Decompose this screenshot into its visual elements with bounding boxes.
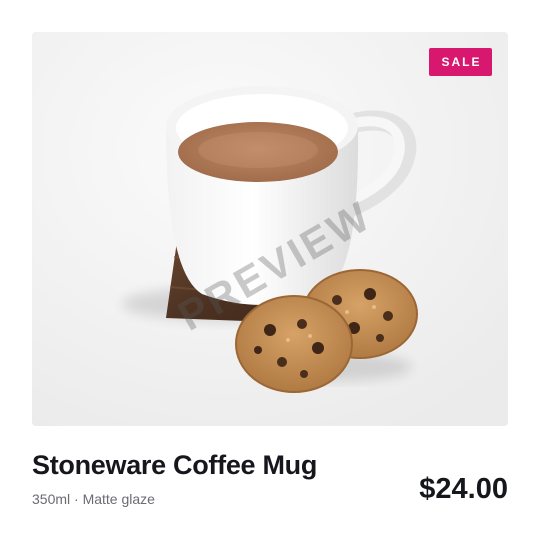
sale-badge: SALE <box>429 48 492 76</box>
product-price: $24.00 <box>419 473 508 505</box>
product-subtitle: 350ml · Matte glaze <box>32 491 155 507</box>
product-card[interactable]: PREVIEW SALE Stoneware Coffee Mug 350ml … <box>0 0 540 540</box>
product-image[interactable] <box>32 32 508 426</box>
product-title[interactable]: Stoneware Coffee Mug <box>32 450 392 481</box>
